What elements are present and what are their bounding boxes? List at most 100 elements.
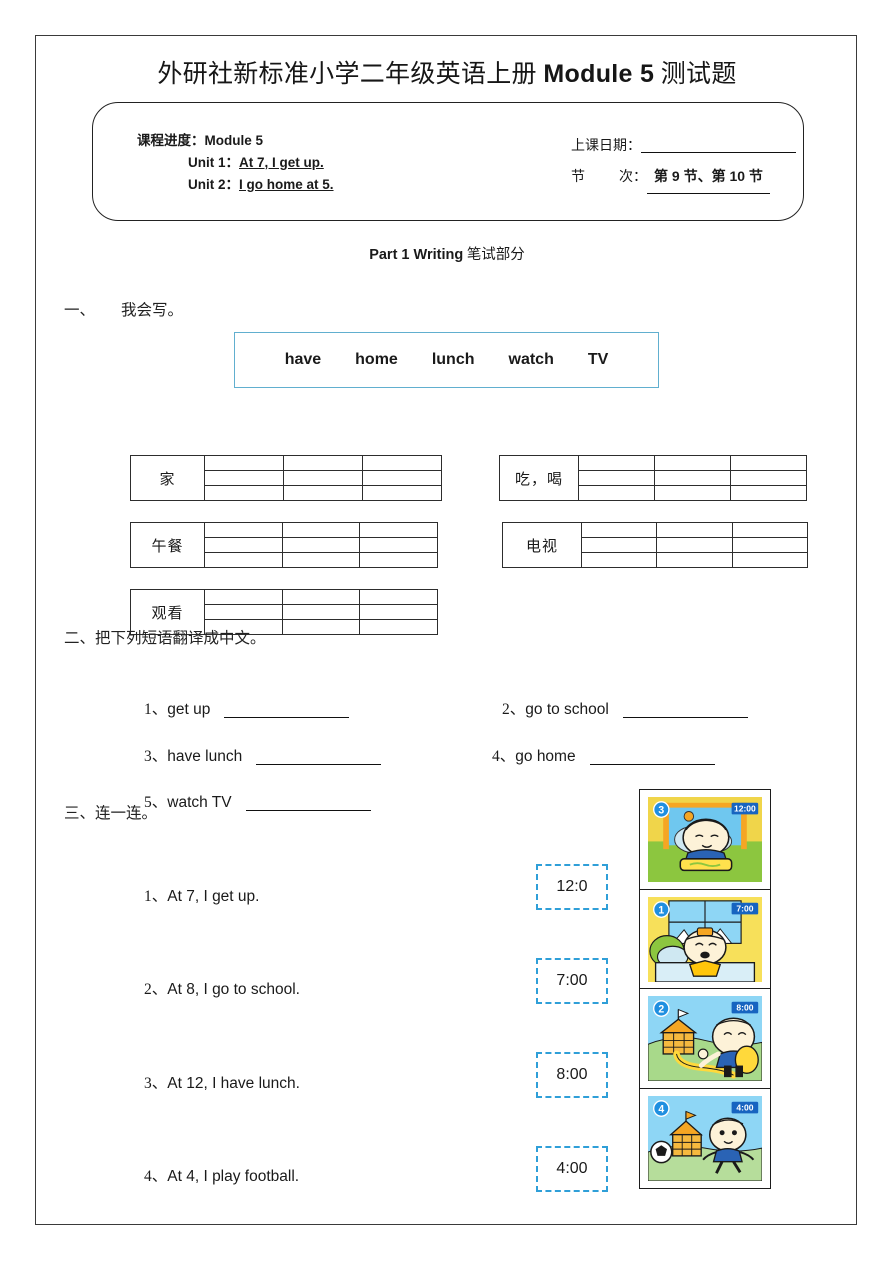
class-meta-block: 上课日期： 节 次：第 9 节、第 10 节	[571, 130, 796, 194]
writing-line[interactable]	[657, 523, 732, 538]
translate-item: 4、go home	[492, 744, 715, 766]
picture-card[interactable]: 1 7:00	[639, 888, 771, 990]
writing-line[interactable]	[205, 471, 283, 486]
picture-card[interactable]: 4 4:00	[639, 1088, 771, 1190]
writing-line[interactable]	[579, 471, 654, 486]
writing-line[interactable]	[360, 553, 437, 567]
writing-line[interactable]	[655, 486, 730, 500]
writing-line[interactable]	[360, 590, 438, 605]
writing-line[interactable]	[205, 605, 282, 620]
writing-line[interactable]	[657, 553, 731, 567]
writing-line[interactable]	[284, 456, 362, 471]
writing-line[interactable]	[360, 605, 438, 620]
writing-line[interactable]	[363, 456, 441, 471]
progress-label: 课程进度：	[137, 133, 205, 148]
writing-line[interactable]	[731, 456, 806, 471]
writing-line[interactable]	[283, 620, 360, 634]
time-box[interactable]: 7:00	[536, 958, 608, 1004]
writing-line[interactable]	[579, 486, 654, 500]
time-box[interactable]: 8:00	[536, 1052, 608, 1098]
writing-cell[interactable]	[282, 523, 361, 567]
match-sentence[interactable]: 3、At 12, I have lunch.	[144, 1071, 300, 1093]
picture-badge: 3	[658, 804, 664, 816]
writing-line[interactable]	[205, 523, 282, 538]
writing-line[interactable]	[284, 486, 362, 500]
picture-card[interactable]: 3 12:00	[639, 789, 771, 890]
writing-line[interactable]	[282, 605, 360, 620]
writing-line[interactable]	[363, 486, 441, 500]
translate-answer-blank[interactable]	[256, 764, 382, 765]
writing-line[interactable]	[733, 553, 807, 567]
word-bank-item: TV	[587, 351, 609, 368]
writing-line[interactable]	[579, 456, 654, 471]
progress-value: Module 5	[204, 133, 264, 148]
writing-cell[interactable]	[360, 590, 438, 634]
writing-line[interactable]	[732, 523, 807, 538]
match-sentence[interactable]: 1、At 7, I get up.	[144, 884, 259, 906]
writing-cell[interactable]	[732, 523, 807, 567]
writing-line[interactable]	[282, 523, 360, 538]
picture-card[interactable]: 2 8:00	[639, 988, 771, 1090]
word-bank-item: have	[284, 351, 322, 368]
translate-item-number: 3、	[144, 748, 168, 765]
section-two-number: 二、	[64, 630, 96, 647]
unit1-value: At 7, I get up.	[239, 155, 324, 170]
writing-cell[interactable]	[363, 456, 441, 500]
match-sentence-text: At 7, I get up.	[167, 888, 260, 905]
writing-line[interactable]	[582, 538, 657, 553]
writing-cell[interactable]	[360, 523, 438, 567]
writing-cell[interactable]	[731, 456, 806, 500]
match-sentence[interactable]: 4、At 4, I play football.	[144, 1164, 299, 1186]
writing-table: 吃，喝	[499, 455, 807, 501]
time-box[interactable]: 4:00	[536, 1146, 608, 1192]
writing-line[interactable]	[205, 456, 283, 471]
picture-going-to-school: 2 8:00	[648, 996, 762, 1082]
writing-cell[interactable]	[582, 523, 658, 567]
writing-line[interactable]	[282, 538, 360, 553]
writing-cell[interactable]	[282, 590, 361, 634]
writing-cell[interactable]	[205, 523, 283, 567]
writing-cell[interactable]	[657, 523, 733, 567]
date-row: 上课日期：	[571, 130, 796, 161]
writing-line[interactable]	[283, 553, 360, 567]
match-sentence[interactable]: 2、At 8, I go to school.	[144, 977, 300, 999]
translate-answer-blank[interactable]	[622, 717, 748, 718]
writing-line[interactable]	[731, 486, 806, 500]
section-three-number: 三、	[64, 805, 96, 822]
writing-line[interactable]	[360, 523, 438, 538]
writing-line[interactable]	[360, 620, 437, 634]
writing-line[interactable]	[363, 471, 441, 486]
writing-line[interactable]	[655, 471, 730, 486]
writing-line[interactable]	[655, 456, 730, 471]
section-two-heading: 二、把下列短语翻译成中文。	[64, 626, 266, 648]
writing-line[interactable]	[205, 553, 282, 567]
time-box[interactable]: 12:0	[536, 864, 608, 910]
picture-badge: 2	[658, 1004, 664, 1016]
writing-line[interactable]	[205, 486, 283, 500]
date-blank-line[interactable]	[641, 152, 796, 153]
writing-line[interactable]	[657, 538, 732, 553]
writing-line[interactable]	[282, 590, 360, 605]
writing-line[interactable]	[284, 471, 362, 486]
title-module: Module 5	[543, 60, 655, 88]
translate-answer-blank[interactable]	[589, 764, 715, 765]
writing-line[interactable]	[582, 553, 656, 567]
writing-line[interactable]	[360, 538, 438, 553]
unit2-value: I go home at 5.	[239, 177, 334, 192]
translate-item: 1、get up	[144, 697, 350, 719]
writing-cell[interactable]	[284, 456, 363, 500]
writing-line[interactable]	[731, 471, 806, 486]
translate-answer-blank[interactable]	[224, 717, 350, 718]
picture-clock: 7:00	[736, 903, 753, 913]
translate-item: 2、go to school	[502, 697, 748, 719]
translate-answer-blank[interactable]	[245, 810, 371, 811]
writing-line[interactable]	[582, 523, 657, 538]
writing-line[interactable]	[732, 538, 807, 553]
writing-line[interactable]	[205, 538, 282, 553]
picture-badge: 1	[658, 904, 664, 916]
writing-cell[interactable]	[579, 456, 655, 500]
writing-line[interactable]	[205, 590, 282, 605]
writing-cell[interactable]	[205, 456, 284, 500]
translate-item-number: 4、	[492, 748, 516, 765]
writing-cell[interactable]	[655, 456, 731, 500]
